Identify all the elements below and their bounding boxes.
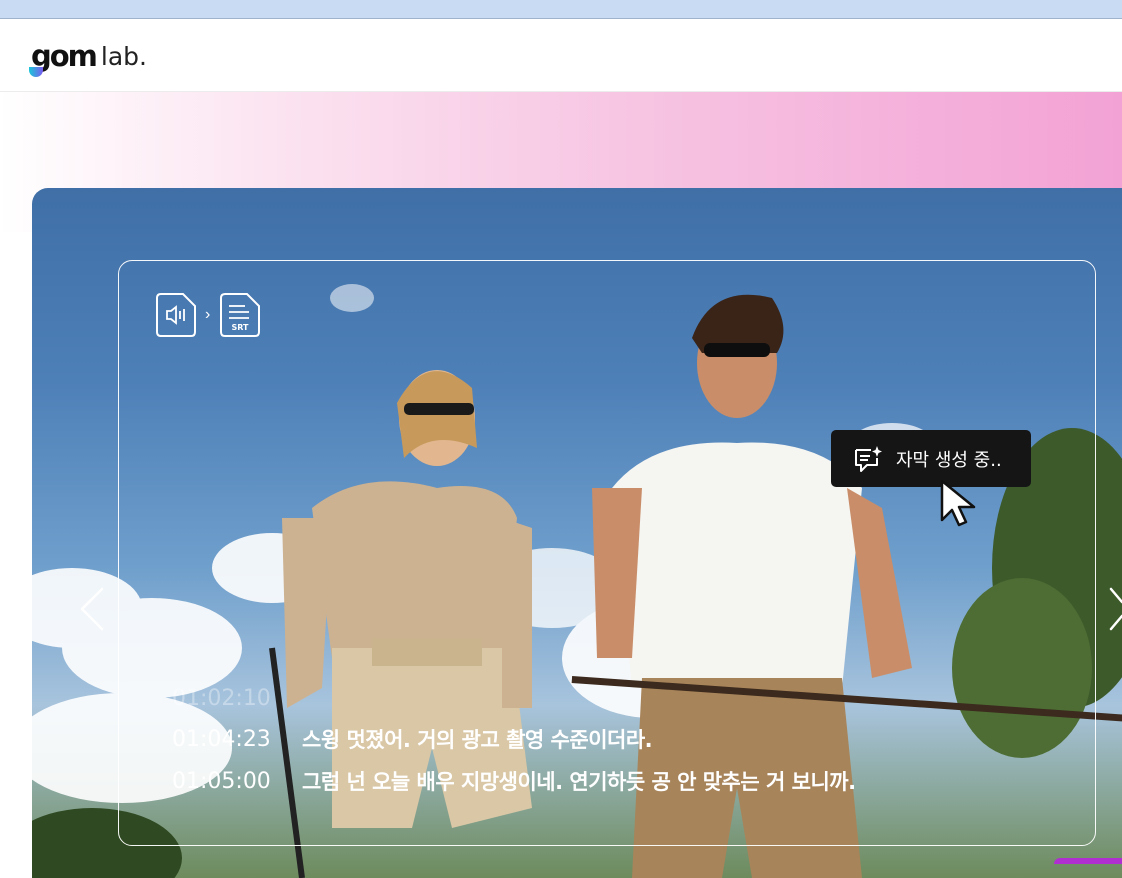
logo-gom-text: gom	[29, 41, 98, 77]
scroll-accent-bar	[1054, 858, 1122, 864]
carousel-next-icon[interactable]	[1108, 586, 1122, 632]
subtitle-line: 01:02:10	[172, 686, 1072, 718]
browser-top-strip	[0, 0, 1122, 19]
conversion-icons: › SRT	[155, 292, 261, 338]
logo-g-accent-icon	[29, 66, 43, 77]
subtitle-line: 01:04:23 스윙 멋졌어. 거의 광고 촬영 수준이더라.	[172, 718, 1072, 760]
audio-file-icon	[156, 293, 196, 337]
subtitle-generating-tooltip: 자막 생성 중..	[831, 430, 1031, 487]
subtitle-text: 그럼 넌 오늘 배우 지망생이네. 연기하듯 공 안 맞추는 거 보니까.	[302, 770, 856, 794]
subtitle-timestamp: 01:05:00	[172, 768, 271, 794]
srt-file-icon: SRT	[220, 293, 261, 337]
carousel-prev-icon[interactable]	[78, 586, 106, 632]
subtitle-sparkle-icon	[855, 445, 882, 472]
subtitle-timestamp: 01:04:23	[172, 726, 271, 752]
tooltip-text: 자막 생성 중..	[896, 449, 1002, 471]
subtitle-text: 스윙 멋졌어. 거의 광고 촬영 수준이더라.	[302, 728, 653, 752]
subtitle-line: 01:05:00 그럼 넌 오늘 배우 지망생이네. 연기하듯 공 안 맞추는 …	[172, 760, 1072, 802]
gomlab-logo[interactable]: gom lab.	[29, 39, 147, 77]
chevron-right-icon: ›	[205, 306, 211, 323]
mouse-cursor-icon	[940, 479, 976, 527]
logo-lab-text: lab.	[100, 41, 147, 71]
subtitle-list: 01:02:10 01:04:23 스윙 멋졌어. 거의 광고 촬영 수준이더라…	[172, 686, 1072, 802]
srt-label: SRT	[232, 323, 250, 332]
site-header: gom lab.	[0, 19, 1122, 92]
subtitle-timestamp: 01:02:10	[172, 686, 271, 711]
